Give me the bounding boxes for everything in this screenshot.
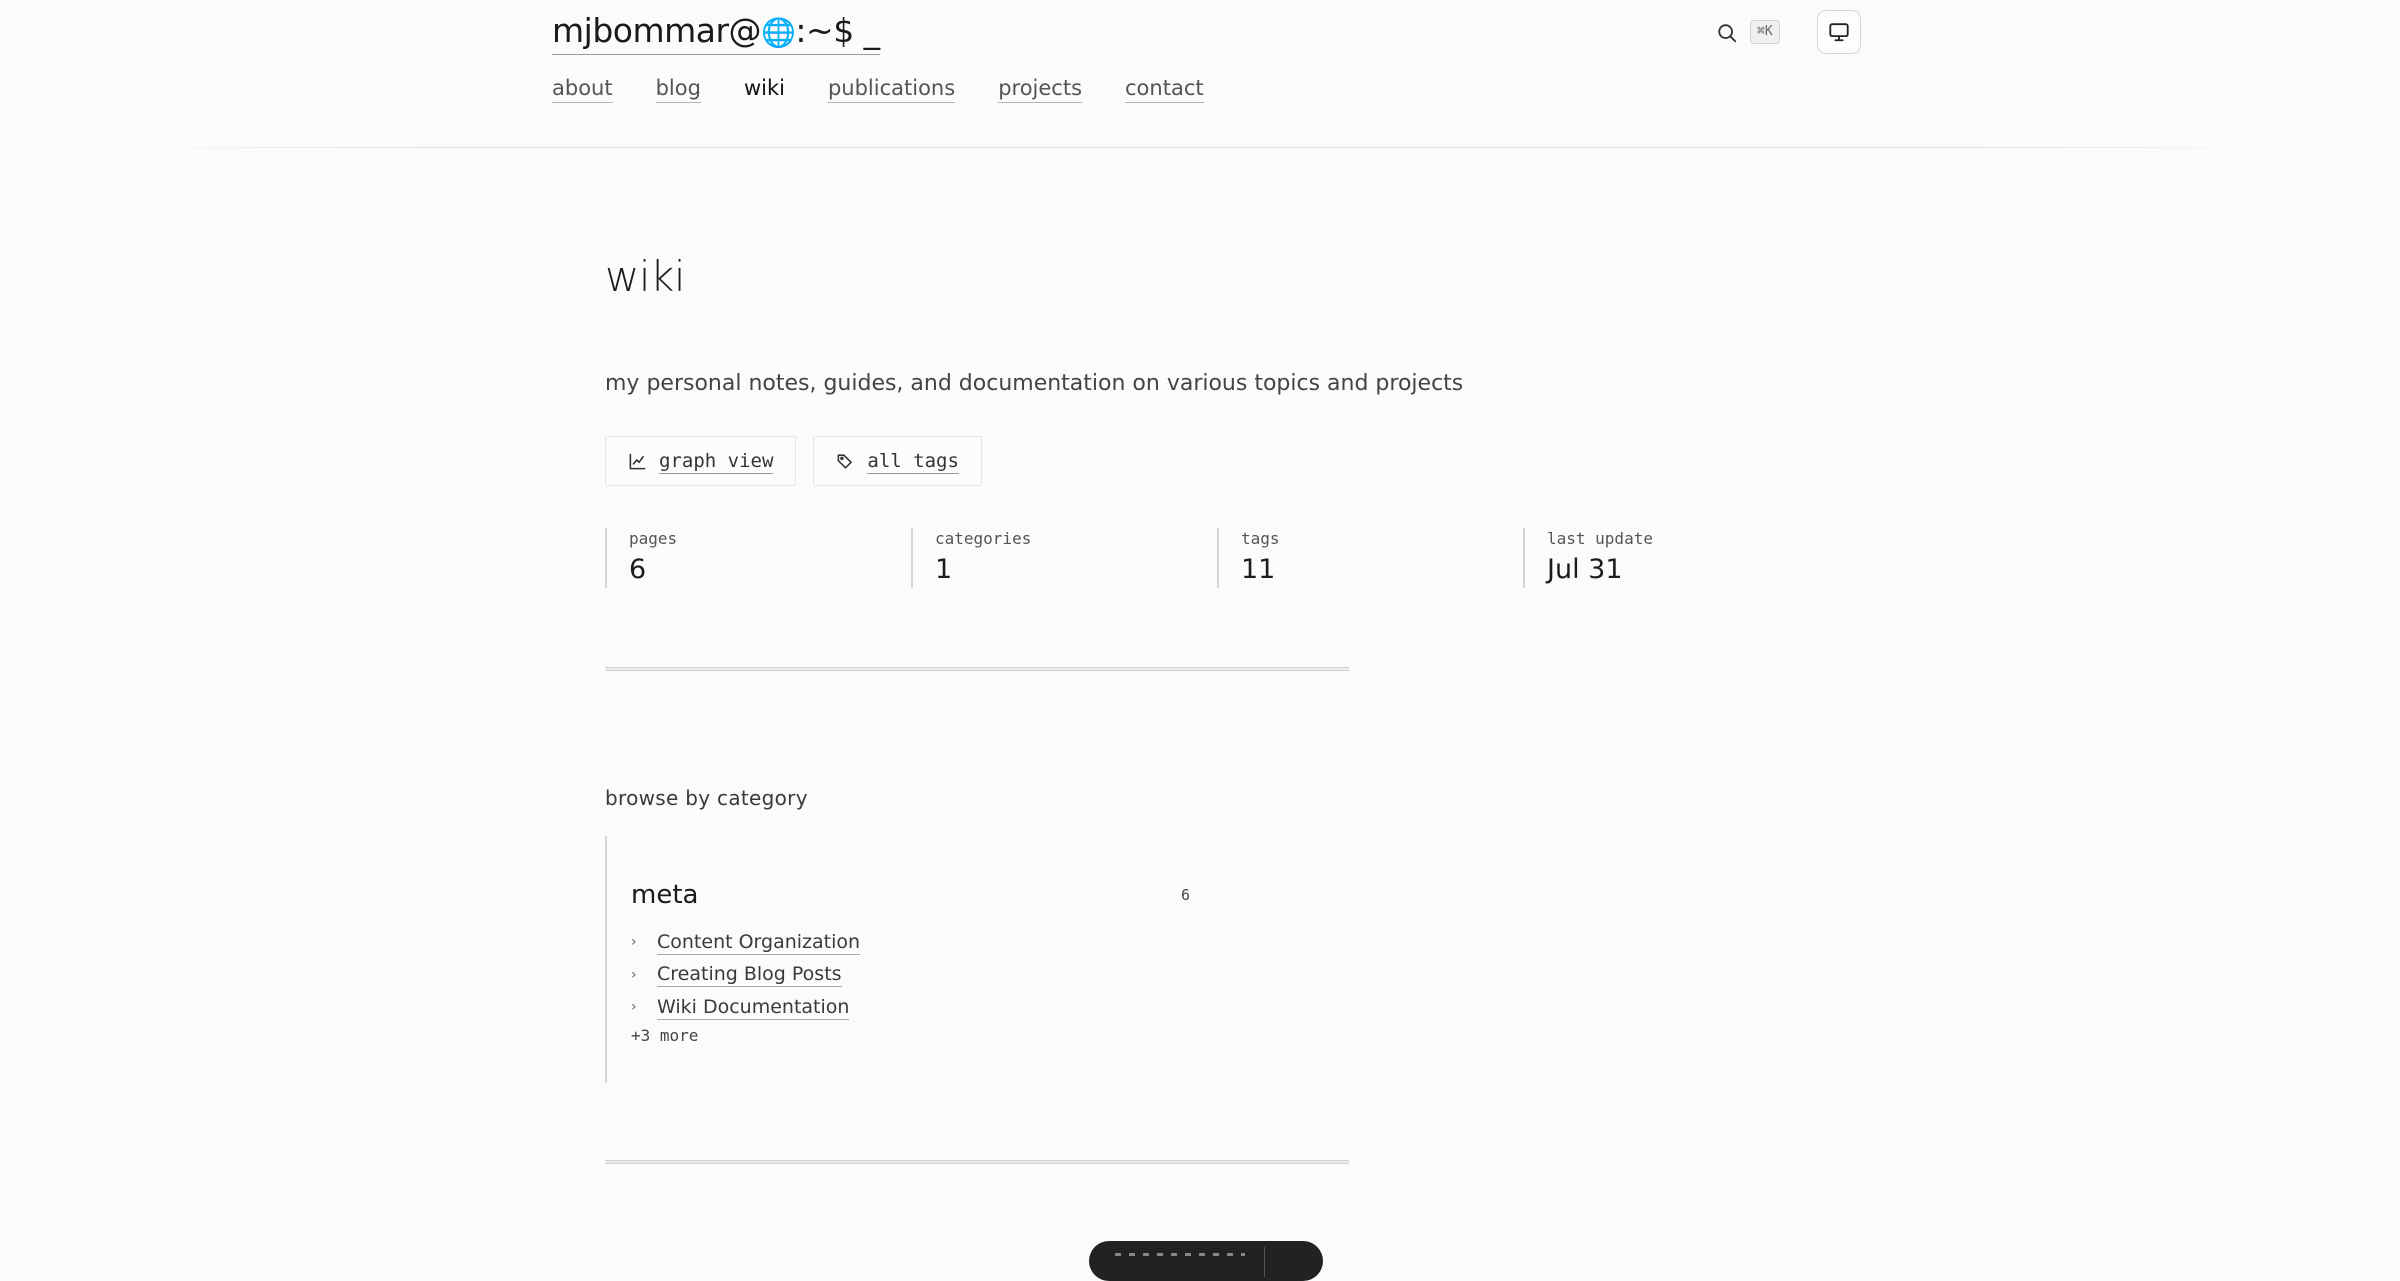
all-tags-button[interactable]: all tags: [813, 436, 982, 486]
category-card-meta: meta 6 › Content Organization › Creating…: [605, 836, 1205, 1083]
chevron-right-icon: ›: [631, 999, 637, 1016]
nav-item-contact[interactable]: contact: [1125, 74, 1204, 103]
toolbar-divider: [1264, 1247, 1265, 1277]
theme-toggle-button[interactable]: [1817, 10, 1861, 54]
page-link[interactable]: Content Organization: [657, 930, 861, 955]
page-title: wiki: [605, 252, 686, 301]
section-divider: [605, 1160, 1349, 1164]
page-link[interactable]: Wiki Documentation: [657, 995, 850, 1020]
list-item: › Content Organization: [631, 926, 861, 959]
floating-toolbar[interactable]: [1089, 1241, 1323, 1281]
graph-view-label: graph view: [659, 449, 774, 474]
category-page-list: › Content Organization › Creating Blog P…: [631, 926, 861, 1024]
site-title-suffix: :~$ _: [795, 11, 880, 50]
search-button[interactable]: [1712, 18, 1742, 48]
stat-value: 11: [1241, 554, 1276, 585]
graph-icon: [629, 453, 646, 469]
stats-row: pages 6 categories 1 tags 11 last update…: [605, 528, 1829, 588]
site-title-link[interactable]: mjbommar@🌐:~$ _: [552, 10, 880, 55]
nav-item-publications[interactable]: publications: [827, 74, 956, 103]
action-row: graph view all tags: [605, 436, 982, 486]
stat-label: tags: [1241, 529, 1280, 548]
chevron-right-icon: ›: [631, 966, 637, 983]
stat-value: Jul 31: [1547, 554, 1623, 585]
tags-icon: [837, 453, 853, 469]
site-title-prefix: mjbommar@: [552, 11, 762, 50]
monitor-icon: [1829, 23, 1849, 42]
stat-label: last update: [1547, 529, 1653, 548]
stat-tags: tags 11: [1217, 528, 1523, 588]
nav-item-wiki[interactable]: wiki: [744, 74, 785, 103]
stat-pages: pages 6: [605, 528, 911, 588]
nav-item-blog[interactable]: blog: [655, 74, 701, 103]
stat-last-update: last update Jul 31: [1523, 528, 1829, 588]
category-count: 6: [1181, 886, 1191, 904]
section-divider: [605, 667, 1349, 671]
page-description: my personal notes, guides, and documenta…: [605, 371, 1464, 396]
stat-categories: categories 1: [911, 528, 1217, 588]
graph-view-button[interactable]: graph view: [605, 436, 797, 486]
nav-item-about[interactable]: about: [552, 74, 613, 103]
list-item: › Wiki Documentation: [631, 991, 860, 1024]
page-link[interactable]: Creating Blog Posts: [657, 962, 842, 988]
header-divider: [120, 147, 2280, 148]
toolbar-placeholder: [1115, 1253, 1245, 1256]
all-tags-label: all tags: [867, 449, 959, 474]
search-icon: [1718, 24, 1737, 43]
nav-item-projects[interactable]: projects: [998, 74, 1083, 103]
site-header: mjbommar@🌐:~$ _ about blog wiki publicat…: [0, 0, 2400, 148]
stat-value: 6: [629, 554, 647, 585]
chevron-right-icon: ›: [631, 934, 637, 951]
stat-value: 1: [935, 554, 953, 585]
list-item: › Creating Blog Posts: [631, 959, 860, 992]
category-name: meta: [631, 880, 699, 910]
stat-label: categories: [935, 529, 1032, 548]
main-nav: about blog wiki publications projects co…: [552, 74, 1204, 103]
show-more-link[interactable]: +3 more: [631, 1026, 698, 1045]
stat-label: pages: [629, 529, 678, 548]
browse-heading: browse by category: [605, 786, 808, 810]
search-shortcut-badge: ⌘K: [1750, 20, 1780, 44]
globe-icon: 🌐: [761, 16, 796, 49]
